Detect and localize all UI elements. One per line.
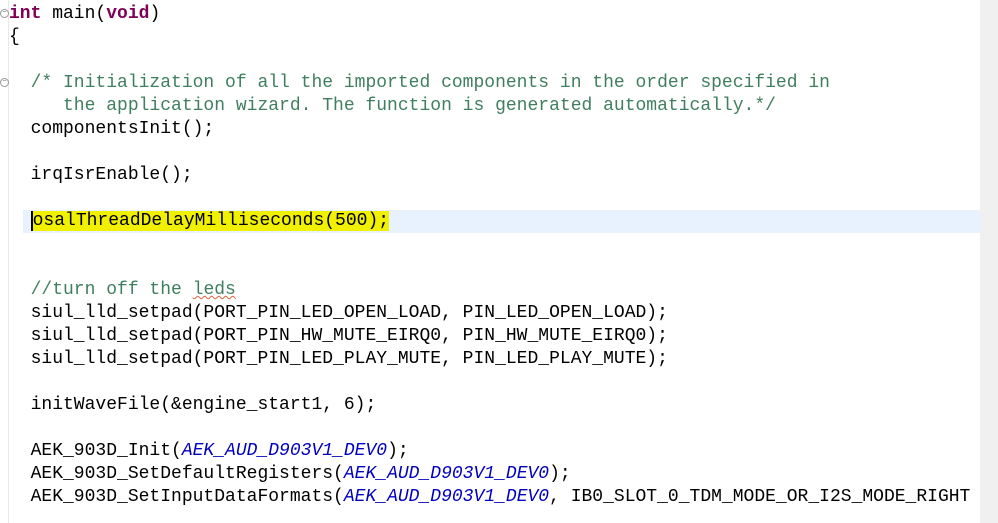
code-token: osalThreadDelayMilliseconds(500); (30, 211, 390, 231)
code-token: AEK_903D_SetDefaultRegisters( (9, 464, 344, 484)
code-line[interactable]: AEK_903D_SetDefaultRegisters(AEK_AUD_D90… (9, 463, 980, 486)
code-line-content: componentsInit(); (9, 119, 215, 139)
code-line-content: siul_lld_setpad(PORT_PIN_LED_PLAY_MUTE, … (9, 349, 668, 369)
code-line-content: initWaveFile(&engine_start1, 6); (9, 395, 377, 415)
code-line-content (9, 257, 20, 277)
code-token: main( (41, 4, 107, 24)
code-line-content: AEK_903D_SetInputDataFormats(AEK_AUD_D90… (9, 487, 971, 507)
code-token: AEK_903D_Init( (9, 441, 182, 461)
code-line-content (9, 372, 20, 392)
code-token: { (9, 27, 20, 47)
code-editor[interactable]: int main(void) −{ /* Initialization of al… (0, 3, 980, 509)
code-line[interactable] (9, 233, 980, 256)
code-line-content (9, 234, 20, 254)
code-token: ); (549, 464, 571, 484)
code-token: siul_lld_setpad(PORT_PIN_LED_PLAY_MUTE, … (9, 349, 668, 369)
code-line-content: irqIsrEnable(); (9, 165, 193, 185)
code-line-content: siul_lld_setpad(PORT_PIN_LED_OPEN_LOAD, … (9, 303, 668, 323)
code-line[interactable]: AEK_903D_Init(AEK_AUD_D903V1_DEV0); (9, 440, 980, 463)
code-token: ); (387, 441, 409, 461)
code-line-content: osalThreadDelayMilliseconds(500); (9, 211, 390, 231)
code-line[interactable]: irqIsrEnable(); (9, 164, 980, 187)
code-line-content: { (9, 27, 20, 47)
code-token: leds (192, 280, 236, 300)
code-token: AEK_AUD_D903V1_DEV0 (181, 441, 388, 461)
code-line-current[interactable]: osalThreadDelayMilliseconds(500); (23, 210, 980, 233)
code-line[interactable] (9, 417, 980, 440)
code-line[interactable] (9, 187, 980, 210)
fold-toggle-icon[interactable]: − (0, 9, 9, 18)
code-line[interactable] (9, 371, 980, 394)
code-line-content: //turn off the leds (9, 280, 236, 300)
code-token: int (9, 4, 42, 24)
code-token: siul_lld_setpad(PORT_PIN_HW_MUTE_EIRQ0, … (9, 326, 668, 346)
code-line-content: AEK_903D_Init(AEK_AUD_D903V1_DEV0); (9, 441, 409, 461)
code-line[interactable]: //turn off the leds (9, 279, 980, 302)
code-token: /* Initialization of all the imported co… (9, 73, 830, 93)
fold-toggle-icon[interactable]: − (0, 78, 9, 87)
code-token: AEK_AUD_D903V1_DEV0 (343, 464, 550, 484)
code-line[interactable]: initWaveFile(&engine_start1, 6); (9, 394, 980, 417)
code-line[interactable]: AEK_903D_SetInputDataFormats(AEK_AUD_D90… (9, 486, 980, 509)
code-line[interactable] (9, 256, 980, 279)
code-line[interactable] (9, 141, 980, 164)
code-line-content (9, 142, 20, 162)
code-line-content: int main(void) (9, 4, 160, 24)
code-line-content: the application wizard. The function is … (9, 96, 776, 116)
code-token: , IB0_SLOT_0_TDM_MODE_OR_I2S_MODE_RIGHT (549, 487, 971, 507)
code-token: irqIsrEnable(); (9, 165, 193, 185)
code-line-content: /* Initialization of all the imported co… (9, 73, 830, 93)
code-line[interactable]: the application wizard. The function is … (9, 95, 980, 118)
code-token: AEK_AUD_D903V1_DEV0 (343, 487, 550, 507)
code-line[interactable]: { (9, 26, 980, 49)
code-token: void (106, 4, 150, 24)
code-token: AEK_903D_SetInputDataFormats( (9, 487, 344, 507)
code-token: ) (149, 4, 161, 24)
code-token: //turn off the (9, 280, 193, 300)
code-line[interactable]: int main(void) − (0, 3, 980, 26)
code-line[interactable]: componentsInit(); (9, 118, 980, 141)
code-line[interactable]: /* Initialization of all the imported co… (0, 72, 980, 95)
code-token: componentsInit(); (9, 119, 215, 139)
code-line-content (9, 418, 20, 438)
code-line[interactable] (9, 49, 980, 72)
code-line[interactable]: siul_lld_setpad(PORT_PIN_LED_PLAY_MUTE, … (9, 348, 980, 371)
code-line-content (9, 188, 20, 208)
code-token: the application wizard. The function is … (9, 96, 776, 116)
vertical-scrollbar[interactable] (980, 0, 998, 523)
code-line-content (9, 50, 20, 70)
code-line-content: siul_lld_setpad(PORT_PIN_HW_MUTE_EIRQ0, … (9, 326, 668, 346)
code-line[interactable]: siul_lld_setpad(PORT_PIN_HW_MUTE_EIRQ0, … (9, 325, 980, 348)
code-line-content: AEK_903D_SetDefaultRegisters(AEK_AUD_D90… (9, 464, 571, 484)
code-token: siul_lld_setpad(PORT_PIN_LED_OPEN_LOAD, … (9, 303, 668, 323)
code-line[interactable]: siul_lld_setpad(PORT_PIN_LED_OPEN_LOAD, … (9, 302, 980, 325)
code-token: initWaveFile(&engine_start1, 6); (9, 395, 377, 415)
